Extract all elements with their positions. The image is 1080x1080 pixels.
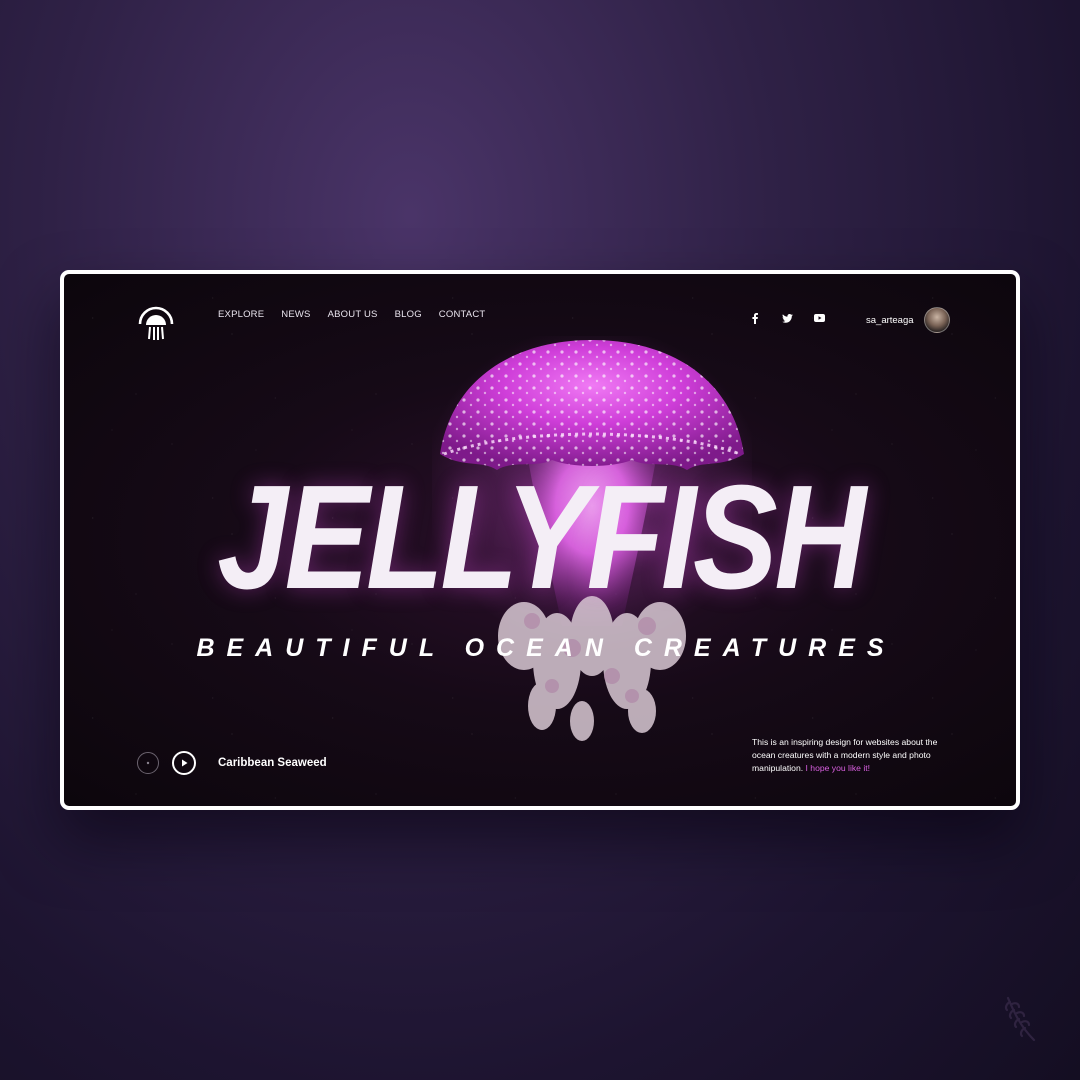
description: This is an inspiring design for websites… xyxy=(752,736,952,775)
nav-contact[interactable]: CONTACT xyxy=(439,309,486,320)
hero-subtitle: BEAUTIFUL OCEAN CREATURES xyxy=(196,634,896,662)
nav-news[interactable]: NEWS xyxy=(281,309,310,320)
laurel-icon xyxy=(1004,996,1036,1042)
youtube-icon[interactable] xyxy=(812,312,826,324)
previous-button[interactable] xyxy=(137,752,159,774)
nav-explore[interactable]: EXPLORE xyxy=(218,309,264,320)
username: sa_arteaga xyxy=(866,314,914,326)
play-button[interactable] xyxy=(172,751,196,775)
previous-icon xyxy=(146,761,150,765)
nav-about-us[interactable]: ABOUT US xyxy=(328,309,378,320)
website-mockup: EXPLORE NEWS ABOUT US BLOG CONTACT sa_ar… xyxy=(60,270,1020,810)
main-nav: EXPLORE NEWS ABOUT US BLOG CONTACT xyxy=(218,309,485,320)
hero-title: JELLYFISH xyxy=(217,455,866,620)
nav-blog[interactable]: BLOG xyxy=(395,309,422,320)
twitter-icon[interactable] xyxy=(780,312,794,324)
avatar[interactable] xyxy=(923,307,950,333)
user-profile[interactable]: sa_arteaga xyxy=(866,307,950,333)
jellyfish-logo-icon[interactable] xyxy=(134,300,178,344)
facebook-icon[interactable] xyxy=(748,312,762,324)
social-links xyxy=(748,312,826,324)
description-accent: I hope you like it! xyxy=(805,762,871,773)
track-title: Caribbean Seaweed xyxy=(218,757,327,769)
play-icon xyxy=(181,759,187,767)
